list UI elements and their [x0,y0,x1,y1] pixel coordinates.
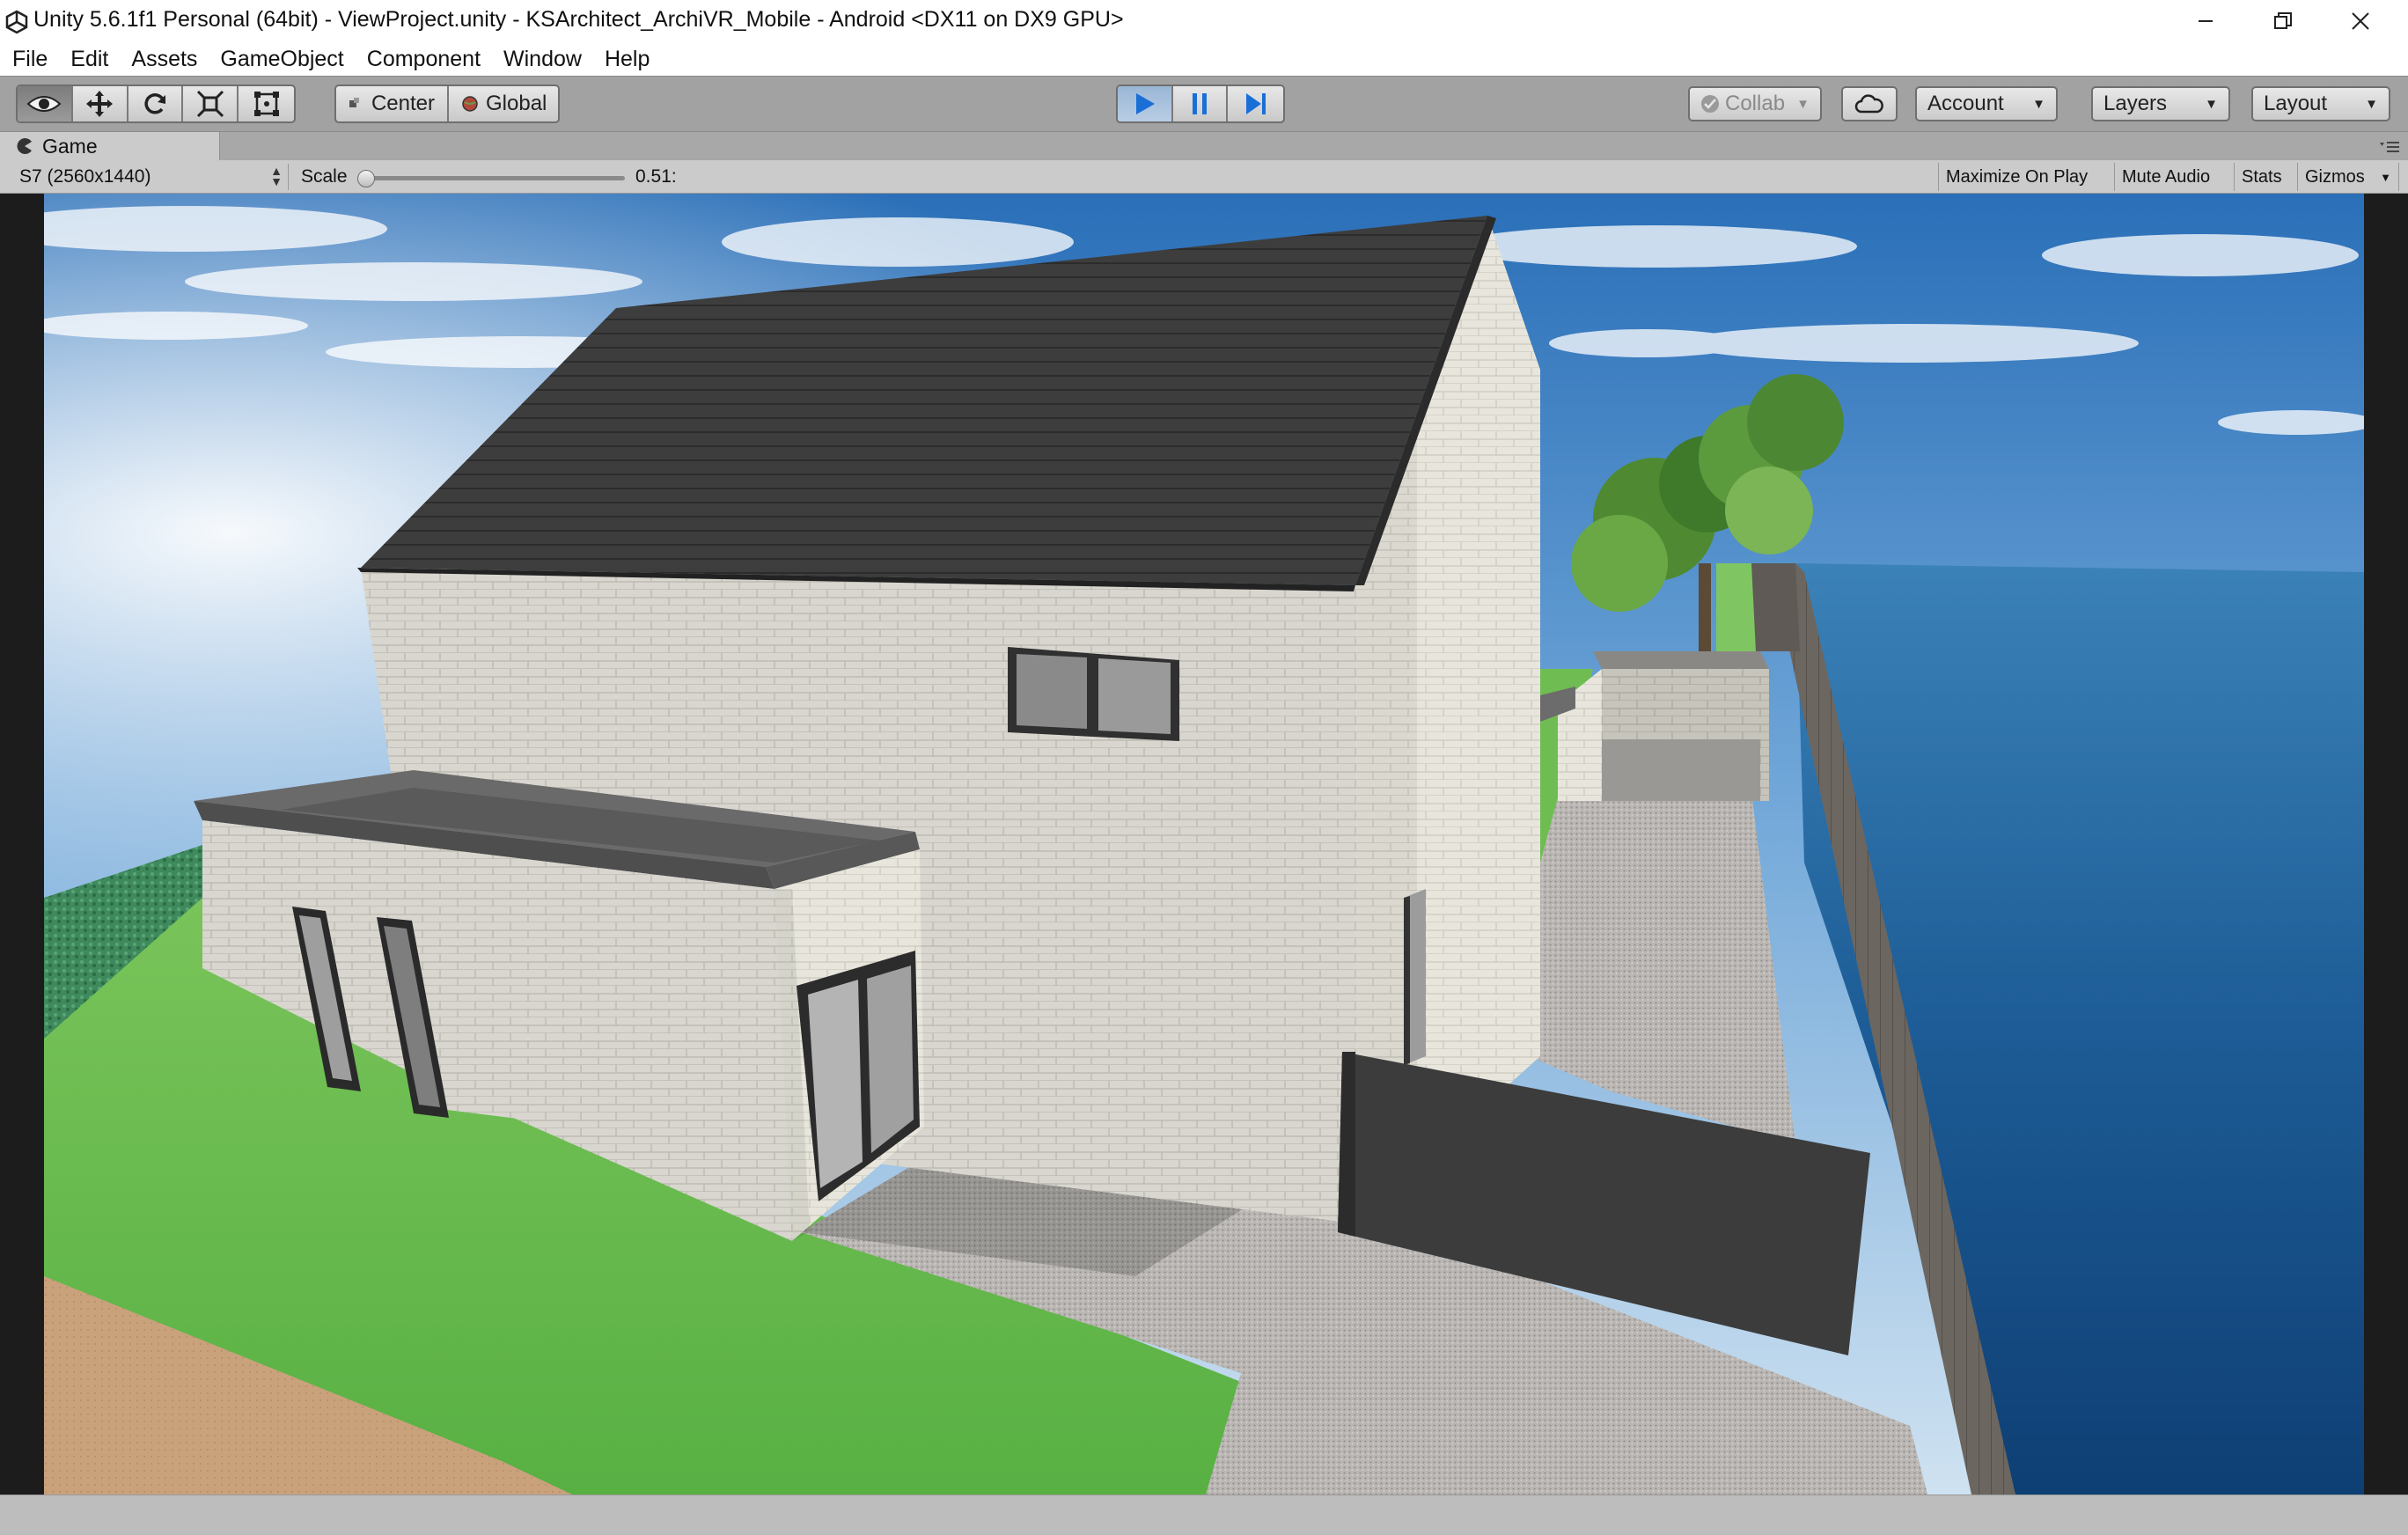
scale-label: Scale [301,166,348,187]
play-button[interactable] [1118,86,1173,121]
rect-transform-icon [253,92,279,116]
rect-tool-button[interactable] [239,86,294,121]
scale-icon [196,90,224,118]
gizmos-dropdown[interactable]: Gizmos ▼ [2297,163,2399,191]
mute-audio-toggle[interactable]: Mute Audio [2114,163,2217,191]
title-bar: Unity 5.6.1f1 Personal (64bit) - ViewPro… [0,0,2408,42]
status-bar [0,1495,2408,1535]
collab-dropdown[interactable]: Collab ▼ [1688,86,1822,121]
stepper-arrows-icon: ▲ ▼ [270,164,283,188]
mute-audio-label: Mute Audio [2122,166,2211,187]
scene-render [44,194,2364,1495]
scale-value: 0.51: [635,166,677,187]
chevron-down-icon: ▼ [1796,96,1810,112]
menu-assets[interactable]: Assets [122,42,206,76]
pivot-controls: Center Global [334,84,560,123]
pivot-global-label: Global [486,92,547,115]
scale-slider-track[interactable] [363,176,625,180]
menu-gameobject[interactable]: GameObject [211,42,352,76]
maximize-on-play-label: Maximize On Play [1946,166,2089,187]
step-button[interactable] [1228,86,1283,121]
menu-component[interactable]: Component [358,42,489,76]
tab-menu-icon[interactable] [2378,139,2401,153]
main-toolbar: Center Global Collab ▼ Account ▼ Layers … [0,76,2408,132]
layers-label: Layers [2103,92,2168,115]
eye-icon [26,96,62,112]
layout-dropdown[interactable]: Layout ▼ [2251,86,2390,121]
restore-button[interactable] [2244,0,2322,42]
chevron-down-icon: ▼ [2032,96,2045,112]
pivot-center-icon [349,98,359,107]
maximize-on-play-toggle[interactable]: Maximize On Play [1938,163,2095,191]
gizmos-label: Gizmos [2305,166,2365,187]
account-dropdown[interactable]: Account ▼ [1915,86,2058,121]
menu-file[interactable]: File [4,42,56,76]
menu-bar: File Edit Assets GameObject Component Wi… [0,42,2408,76]
chevron-down-icon: ▼ [2380,170,2391,184]
unity-logo-icon [5,10,28,34]
pivot-center-label: Center [371,92,435,115]
close-button[interactable] [2322,0,2399,42]
rotate-icon [144,93,166,114]
cloud-icon [1854,94,1883,114]
move-icon [86,91,114,117]
game-view-toolbar: S7 (2560x1440) ▲ ▼ Scale 0.51: Maximize O… [0,160,2408,194]
close-icon [2352,12,2369,30]
stats-toggle[interactable]: Stats [2234,163,2289,191]
tab-game-label: Game [42,134,98,158]
restore-icon [2274,12,2292,29]
account-label: Account [1927,92,2004,115]
cloud-button[interactable] [1841,86,1898,121]
globe-icon [462,96,478,112]
rotate-tool-button[interactable] [128,86,184,121]
menu-window[interactable]: Window [495,42,591,76]
pause-icon [1193,93,1208,114]
resolution-select[interactable]: S7 (2560x1440) ▲ ▼ [7,164,289,190]
transform-tools [16,84,296,123]
chevron-down-icon: ▼ [2205,96,2218,112]
checkmark-icon [1701,95,1719,113]
pivot-center-button[interactable]: Center [336,86,449,121]
pivot-global-button[interactable]: Global [449,86,558,121]
scale-tool-button[interactable] [183,86,239,121]
game-pacman-icon [17,138,32,154]
game-viewport[interactable] [44,194,2364,1495]
minimize-icon [2199,20,2213,22]
tab-game[interactable]: Game [0,132,220,160]
play-controls [1116,84,1285,123]
chevron-down-icon: ▼ [2365,96,2378,112]
play-icon [1136,93,1156,114]
layout-label: Layout [2264,92,2328,115]
step-icon [1245,93,1266,114]
stats-label: Stats [2242,166,2282,187]
move-tool-button[interactable] [73,86,128,121]
window-title: Unity 5.6.1f1 Personal (64bit) - ViewPro… [33,7,1124,32]
collab-label: Collab [1725,92,1786,115]
scale-slider-thumb[interactable] [357,170,375,187]
menu-edit[interactable]: Edit [62,42,117,76]
layers-dropdown[interactable]: Layers ▼ [2091,86,2230,121]
resolution-value: S7 (2560x1440) [19,166,151,187]
menu-help[interactable]: Help [596,42,658,76]
minimize-button[interactable] [2167,0,2244,42]
pause-button[interactable] [1173,86,1229,121]
view-tool-button[interactable] [18,86,73,121]
game-tab-strip: Game [0,132,2408,160]
